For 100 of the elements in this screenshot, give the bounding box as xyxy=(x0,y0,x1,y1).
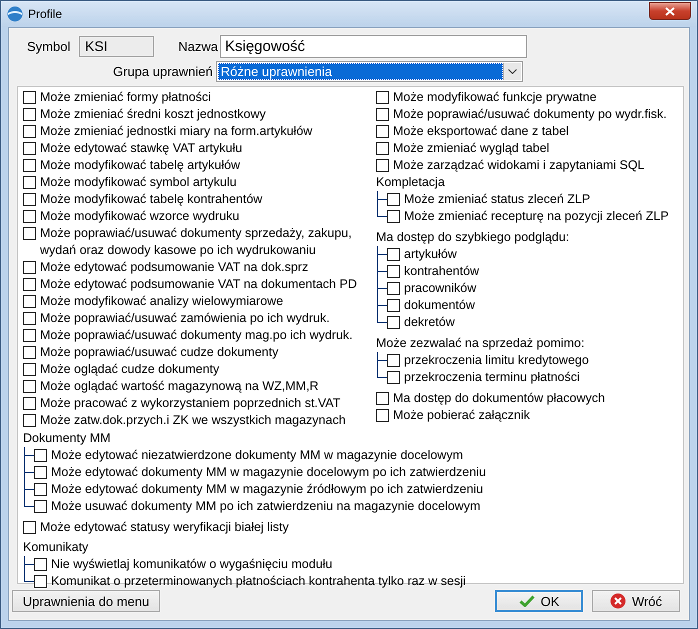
checkbox[interactable] xyxy=(376,409,389,422)
checkbox-label: Może poprawiać/usuwać cudze dokumenty xyxy=(40,344,278,361)
checkbox[interactable] xyxy=(34,483,47,496)
checkbox[interactable] xyxy=(23,261,36,274)
checkbox-label: Może modyfikować funkcje prywatne xyxy=(393,89,597,106)
checkbox[interactable] xyxy=(23,521,36,534)
checkbox-label: Może pracować z wykorzystaniem poprzednich st.VAT xyxy=(40,395,340,412)
checkbox[interactable] xyxy=(23,295,36,308)
checkbox[interactable] xyxy=(23,91,36,104)
checkbox-label: dekretów xyxy=(404,314,455,331)
checkbox[interactable] xyxy=(23,329,36,342)
checkbox-label: Może modyfikować analizy wielowymiarowe xyxy=(40,293,284,310)
field-label: Grupa uprawnień xyxy=(113,64,213,79)
checkbox[interactable] xyxy=(387,265,400,278)
checkbox-label: Może modyfikować symbol artykulu xyxy=(40,174,237,191)
group-dropdown[interactable]: Różne uprawnienia xyxy=(216,61,523,82)
checkbox[interactable] xyxy=(376,159,389,172)
checkbox-label: Ma dostęp do dokumentów płacowych xyxy=(393,390,605,407)
ok-button[interactable]: OK xyxy=(495,590,583,612)
tree-line xyxy=(374,280,387,297)
checkbox-label: Może zmieniać status zleceń ZLP xyxy=(404,191,590,208)
checkbox-label: Nie wyświetlaj komunikatów o wygaśnięciu modułu xyxy=(51,556,332,573)
checkbox-label: Może poprawiać/usuwać dokumenty po wydr.fisk. xyxy=(393,106,667,123)
app-icon xyxy=(7,6,23,22)
name-field[interactable]: Księgowość xyxy=(220,35,527,58)
group-heading: Kompletacja xyxy=(376,174,446,191)
checkbox-label: Może edytować dokumenty MM w magazynie docelowym po ich zatwierdzeniu xyxy=(51,464,486,481)
checkbox[interactable] xyxy=(23,159,36,172)
checkbox[interactable] xyxy=(376,108,389,121)
checkbox[interactable] xyxy=(387,193,400,206)
checkbox[interactable] xyxy=(387,354,400,367)
checkbox[interactable] xyxy=(23,193,36,206)
checkbox-label: Może zmieniać formy płatności xyxy=(40,89,211,106)
checkbox-label: Może edytować podsumowanie VAT na dokumentach PD xyxy=(40,276,357,293)
menu-permissions-button[interactable]: Uprawnienia do menu xyxy=(12,590,160,612)
checkbox-label: Może zarządzać widokami i zapytaniami SQL xyxy=(393,157,644,174)
close-button[interactable] xyxy=(649,2,691,20)
tree-line xyxy=(374,246,387,263)
back-button[interactable]: Wróć xyxy=(592,590,680,612)
checkbox-label: Może eksportować dane z tabel xyxy=(393,123,569,140)
checkbox[interactable] xyxy=(387,299,400,312)
checkbox[interactable] xyxy=(23,414,36,427)
group-heading: Komunikaty xyxy=(23,539,90,556)
checkbox[interactable] xyxy=(23,380,36,393)
checkbox[interactable] xyxy=(23,108,36,121)
checkbox-label: przekroczenia terminu płatności xyxy=(404,369,580,386)
checkbox[interactable] xyxy=(387,248,400,261)
checkbox[interactable] xyxy=(34,575,47,588)
checkbox-label: Może zmieniać jednostki miary na form.artykułów xyxy=(40,123,312,140)
checkbox[interactable] xyxy=(23,125,36,138)
checkbox[interactable] xyxy=(23,210,36,223)
checkbox[interactable] xyxy=(34,449,47,462)
checkbox[interactable] xyxy=(34,500,47,513)
window-title: Profile xyxy=(28,7,64,21)
checkbox[interactable] xyxy=(376,91,389,104)
checkbox-label: Może edytować dokumenty MM w magazynie źródłowym po ich zatwierdzeniu xyxy=(51,481,484,498)
checkbox[interactable] xyxy=(376,142,389,155)
checkbox[interactable] xyxy=(23,227,36,240)
checkbox[interactable] xyxy=(23,176,36,189)
checkbox[interactable] xyxy=(23,397,36,410)
checkbox-label: Może poprawiać/usuwać zamówienia po ich wydruk. xyxy=(40,310,330,327)
group-heading: Dokumenty MM xyxy=(23,430,112,447)
chevron-down-icon xyxy=(508,69,517,74)
symbol-field: KSI xyxy=(79,36,154,57)
checkbox[interactable] xyxy=(23,142,36,155)
checkbox-label: Może zmieniać wygląd tabel xyxy=(393,140,550,157)
checkbox[interactable] xyxy=(387,282,400,295)
checkbox-label: Może pobierać załącznik xyxy=(393,407,530,424)
group-heading: Ma dostęp do szybkiego podglądu: xyxy=(376,229,570,246)
checkbox-label: dokumentów xyxy=(404,297,475,314)
checkbox[interactable] xyxy=(34,466,47,479)
checkbox-label: Może poprawiać/usuwać dokumenty mag.po ich wydruk. xyxy=(40,327,353,344)
checkbox[interactable] xyxy=(376,392,389,405)
checkbox-label: Może modyfikować tabelę kontrahentów xyxy=(40,191,262,208)
checkbox[interactable] xyxy=(376,125,389,138)
field-label: Nazwa xyxy=(177,39,219,54)
checkbox[interactable] xyxy=(23,363,36,376)
close-icon xyxy=(665,6,675,16)
checkbox-label: Może poprawiać/usuwać dokumenty sprzedaży, zakupu, wydań oraz dowody kasowe po ich wydrukowaniu xyxy=(40,225,353,259)
checkbox-label: pracowników xyxy=(404,280,476,297)
field-label: Symbol xyxy=(26,39,72,54)
checkbox-label: przekroczenia limitu kredytowego xyxy=(404,352,589,369)
checkbox[interactable] xyxy=(387,316,400,329)
checkbox-label: Może edytować stawkę VAT artykułu xyxy=(40,140,242,157)
checkbox-label: artykułów xyxy=(404,246,457,263)
checkbox[interactable] xyxy=(34,558,47,571)
checkbox[interactable] xyxy=(387,210,400,223)
checkbox[interactable] xyxy=(23,346,36,359)
tree-line xyxy=(21,464,34,481)
checkbox-label: Może modyfikować wzorce wydruku xyxy=(40,208,240,225)
checkbox[interactable] xyxy=(23,278,36,291)
checkbox-label: Może modyfikować tabelę artykułów xyxy=(40,157,240,174)
checkbox-label: kontrahentów xyxy=(404,263,480,280)
checkbox[interactable] xyxy=(23,312,36,325)
checkbox-label: Może edytować niezatwierdzone dokumenty MM w magazynie docelowym xyxy=(51,447,463,464)
checkbox-label: Może edytować podsumowanie VAT na dok.sprz xyxy=(40,259,308,276)
checkbox-label: Może zmieniać recepturę na pozycji zleceń ZLP xyxy=(404,208,669,225)
checkbox-label: Może usuwać dokumenty MM po ich zatwierdzeniu na magazynie docelowym xyxy=(51,498,480,515)
tree-line xyxy=(374,263,387,280)
checkbox[interactable] xyxy=(387,371,400,384)
